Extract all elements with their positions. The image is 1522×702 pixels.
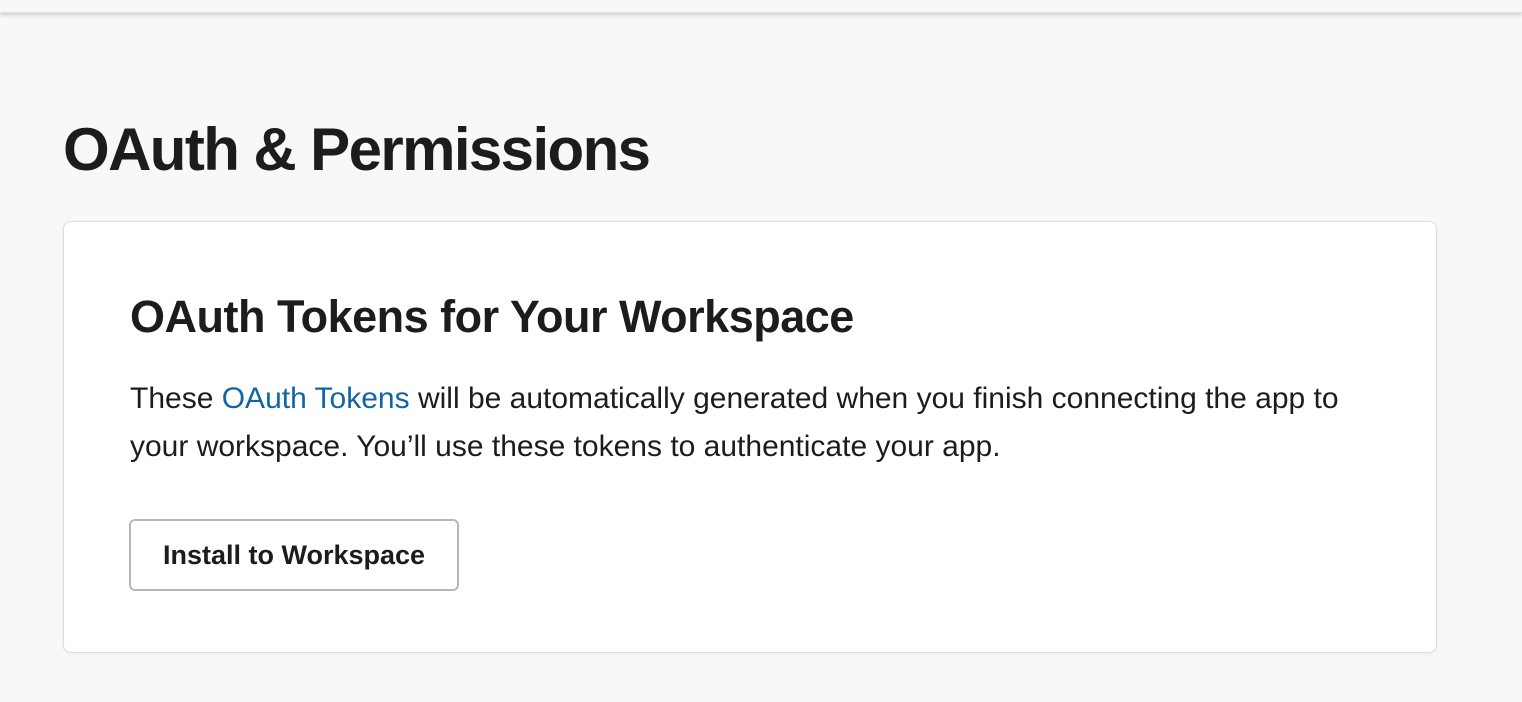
description-text-before-link: These bbox=[130, 382, 222, 415]
page-title: OAuth & Permissions bbox=[63, 116, 651, 183]
card-description: These OAuth Tokens will be automatically… bbox=[130, 375, 1390, 471]
install-to-workspace-button[interactable]: Install to Workspace bbox=[129, 519, 459, 591]
oauth-tokens-link[interactable]: OAuth Tokens bbox=[222, 382, 410, 415]
top-bar-shadow bbox=[0, 0, 1522, 13]
card-title: OAuth Tokens for Your Workspace bbox=[130, 291, 854, 342]
oauth-tokens-card: OAuth Tokens for Your Workspace These OA… bbox=[63, 221, 1437, 653]
